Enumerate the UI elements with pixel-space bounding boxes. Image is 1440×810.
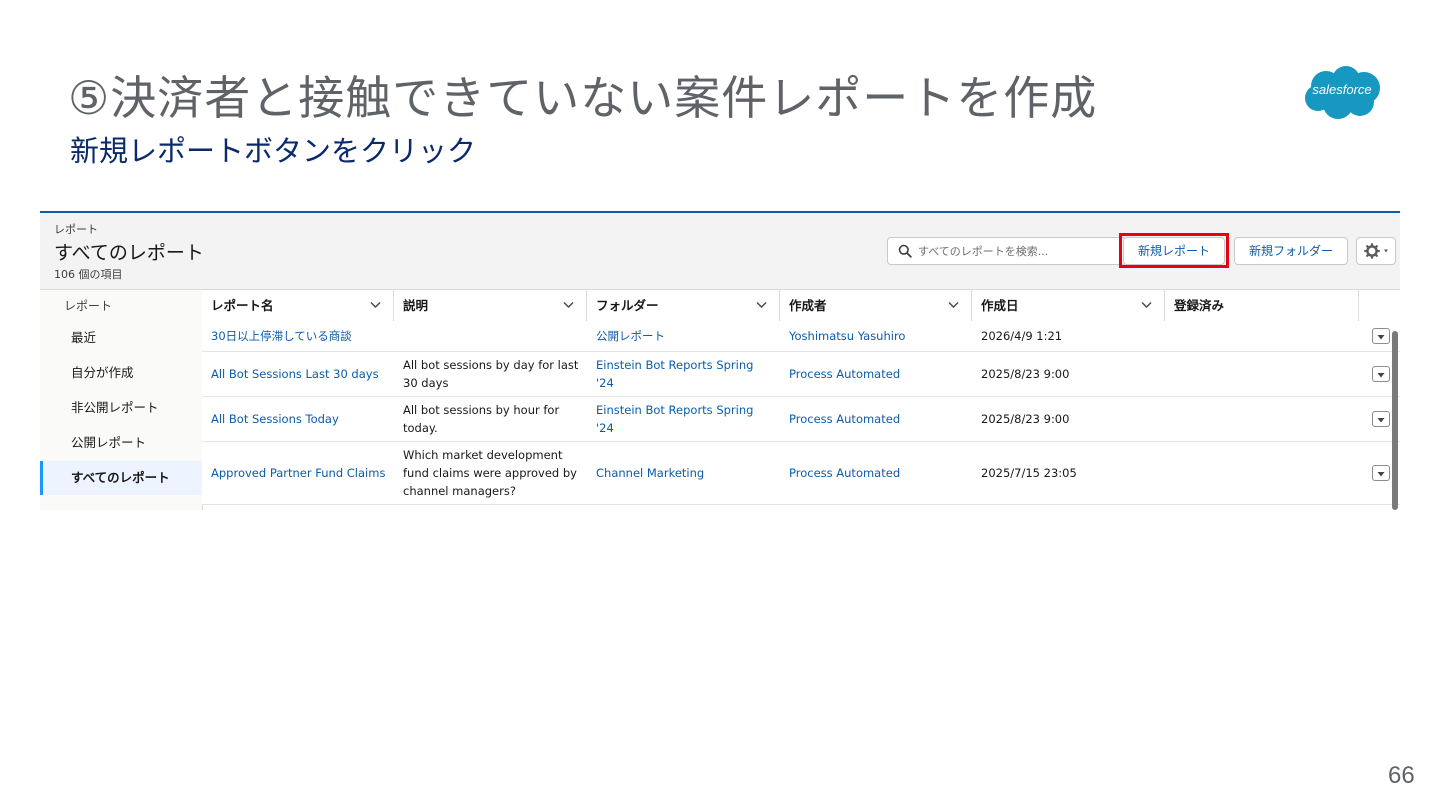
column-label: 作成者: [789, 298, 827, 313]
item-count: 106 個の項目: [54, 268, 123, 281]
column-header-created-by[interactable]: 作成者: [780, 290, 972, 321]
table-row: All Bot Sessions Last 30 days All bot se…: [202, 352, 1400, 397]
list-header: レポート すべてのレポート 106 個の項目 新規レポート 新規フォルダー: [40, 213, 1400, 290]
sidebar-item-created-by-me[interactable]: 自分が作成: [40, 356, 202, 390]
list-view-title[interactable]: すべてのレポート: [54, 238, 204, 265]
column-label: 登録済み: [1174, 298, 1225, 313]
report-name-link[interactable]: 30日以上停滞している商談: [202, 321, 394, 351]
object-label: レポート: [54, 223, 98, 236]
report-description: [394, 321, 587, 351]
search-icon: [898, 244, 912, 258]
reports-screenshot: レポート すべてのレポート 106 個の項目 新規レポート 新規フォルダー: [40, 211, 1400, 510]
row-actions-button[interactable]: [1372, 328, 1390, 344]
column-header-subscribed[interactable]: 登録済み: [1165, 290, 1359, 321]
sidebar-item-all-reports[interactable]: すべてのレポート: [40, 461, 202, 495]
created-by-link[interactable]: Process Automated: [780, 352, 972, 396]
created-date: 2025/7/15 23:05: [981, 466, 1077, 480]
sidebar-item-private-reports[interactable]: 非公開レポート: [40, 391, 202, 425]
slide-subtitle: 新規レポートボタンをクリック: [70, 134, 477, 168]
chevron-down-icon[interactable]: [370, 301, 381, 309]
report-description: Which market development fund claims wer…: [403, 448, 577, 498]
slide-title: ⑤決済者と接触できていない案件レポートを作成: [68, 71, 1098, 125]
sidebar-item-recent[interactable]: 最近: [40, 321, 202, 355]
salesforce-logo: salesforce: [1300, 64, 1384, 122]
caret-down-icon: [1377, 373, 1385, 378]
created-by-link[interactable]: Process Automated: [780, 397, 972, 441]
table-row: All Bot Sessions Today All bot sessions …: [202, 397, 1400, 442]
column-header-report-name[interactable]: レポート名: [202, 290, 394, 321]
row-actions-button[interactable]: [1372, 366, 1390, 382]
chevron-down-icon[interactable]: [756, 301, 767, 309]
report-name-link[interactable]: All Bot Sessions Today: [202, 397, 394, 441]
new-report-button[interactable]: 新規レポート: [1123, 237, 1225, 265]
caret-down-icon: [1384, 249, 1388, 253]
caret-down-icon: [1377, 418, 1385, 423]
table-header: レポート名 説明 フォルダー 作成者 作成日 登録済み: [202, 290, 1400, 322]
chevron-down-icon[interactable]: [948, 301, 959, 309]
search-input[interactable]: [918, 241, 1118, 261]
chevron-down-icon[interactable]: [563, 301, 574, 309]
gear-icon: [1364, 243, 1388, 259]
column-label: 作成日: [981, 298, 1019, 313]
reports-table: レポート名 説明 フォルダー 作成者 作成日 登録済み 30日以上停滞している商…: [202, 290, 1400, 510]
report-description: All bot sessions by day for last 30 days: [403, 358, 579, 390]
column-header-created-date[interactable]: 作成日: [972, 290, 1165, 321]
created-by-link[interactable]: Yoshimatsu Yasuhiro: [780, 321, 972, 351]
column-label: レポート名: [211, 298, 274, 313]
column-header-folder[interactable]: フォルダー: [587, 290, 780, 321]
folder-link[interactable]: 公開レポート: [587, 321, 780, 351]
report-name-link[interactable]: Approved Partner Fund Claims: [202, 442, 394, 504]
page-number: 66: [1388, 762, 1415, 789]
row-actions-button[interactable]: [1372, 411, 1390, 427]
column-header-description[interactable]: 説明: [394, 290, 587, 321]
new-folder-button[interactable]: 新規フォルダー: [1234, 237, 1348, 265]
table-row: Approved Partner Fund Claims Which marke…: [202, 442, 1400, 505]
folder-link[interactable]: Einstein Bot Reports Spring '24: [587, 397, 780, 441]
caret-down-icon: [1377, 335, 1385, 340]
created-date: 2025/8/23 9:00: [981, 367, 1070, 381]
created-date: 2025/8/23 9:00: [981, 412, 1070, 426]
logo-text: salesforce: [1312, 82, 1372, 97]
created-date: 2026/4/9 1:21: [981, 329, 1063, 343]
report-description: All bot sessions by hour for today.: [403, 403, 560, 435]
column-label: フォルダー: [596, 298, 659, 313]
table-row: 30日以上停滞している商談 公開レポート Yoshimatsu Yasuhiro…: [202, 321, 1400, 352]
folder-link[interactable]: Einstein Bot Reports Spring '24: [587, 352, 780, 396]
settings-menu-button[interactable]: [1356, 237, 1396, 265]
report-name-link[interactable]: All Bot Sessions Last 30 days: [202, 352, 394, 396]
row-actions-button[interactable]: [1372, 465, 1390, 481]
sidebar-item-public-reports[interactable]: 公開レポート: [40, 426, 202, 460]
created-by-link[interactable]: Process Automated: [780, 442, 972, 504]
chevron-down-icon[interactable]: [1141, 301, 1152, 309]
caret-down-icon: [1377, 472, 1385, 477]
sidebar-title: レポート: [64, 299, 113, 313]
column-label: 説明: [403, 298, 429, 313]
report-sidebar: レポート 最近 自分が作成 非公開レポート 公開レポート すべてのレポート: [40, 290, 203, 510]
folder-link[interactable]: Channel Marketing: [587, 442, 780, 504]
table-scrollbar[interactable]: [1392, 331, 1398, 510]
search-box[interactable]: [887, 237, 1127, 265]
